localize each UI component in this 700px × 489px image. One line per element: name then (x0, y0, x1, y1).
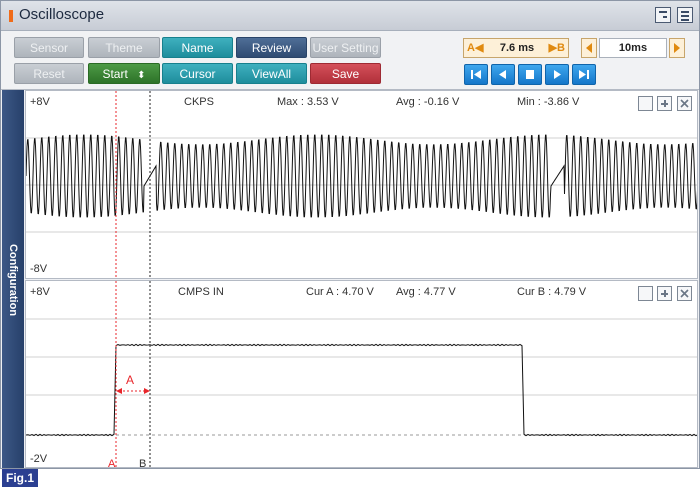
cmps-top-voltage: +8V (30, 286, 50, 298)
start-button[interactable]: Start ⬍ (88, 63, 160, 84)
cursor-a-label: A◀ (467, 42, 484, 54)
cmps-channel-name: CMPS IN (178, 286, 224, 298)
name-button[interactable]: Name (162, 37, 233, 58)
triangle-right-icon (674, 43, 680, 53)
cursor-a-marker[interactable]: A (108, 458, 115, 467)
oscilloscope-window: Oscilloscope Sensor Theme Name Review Us… (0, 0, 700, 469)
review-button[interactable]: Review (236, 37, 307, 58)
skip-last-button[interactable] (572, 64, 596, 85)
channel-ckps-panel[interactable]: +8V CKPS Max : 3.53 V Avg : -0.16 V Min … (25, 90, 698, 279)
step-back-button[interactable] (491, 64, 515, 85)
menu-icon[interactable] (677, 7, 693, 23)
cursor-b-marker[interactable]: B (139, 458, 146, 467)
title-bar: Oscilloscope (1, 1, 699, 31)
save-button[interactable]: Save (310, 63, 381, 84)
cmps-bottom-voltage: -2V (30, 453, 48, 465)
ckps-min-value: Min : -3.86 V (517, 96, 580, 108)
ckps-avg-value: Avg : -0.16 V (396, 96, 460, 108)
time-decrease-button[interactable] (581, 38, 597, 58)
close-icon (680, 99, 689, 108)
stop-icon (526, 70, 534, 79)
cursor-interval-label: A (126, 373, 135, 387)
play-back-icon (499, 70, 506, 79)
cursor-interval-display: A◀ 7.6 ms ▶B (463, 38, 569, 58)
ckps-channel-name: CKPS (184, 96, 214, 108)
title-accent-icon (9, 10, 13, 22)
figure-label: Fig.1 (2, 469, 39, 487)
cmps-cur-a-value: Cur A : 4.70 V (306, 286, 374, 298)
stop-button[interactable] (518, 64, 542, 85)
ckps-waveform (26, 91, 697, 278)
window-mode-icon[interactable] (655, 7, 671, 23)
cursor-b-label: ▶B (548, 42, 565, 54)
cmps-cur-b-value: Cur B : 4.79 V (517, 286, 587, 298)
updown-arrows-icon: ⬍ (137, 70, 146, 81)
ckps-max-value: Max : 3.53 V (277, 96, 339, 108)
play-icon (554, 70, 561, 79)
viewall-button[interactable]: ViewAll (236, 63, 307, 84)
cmps-close-button[interactable] (677, 286, 692, 301)
ckps-close-button[interactable] (677, 96, 692, 111)
time-increase-button[interactable] (669, 38, 685, 58)
window-title: Oscilloscope (19, 6, 105, 23)
cmps-select-checkbox[interactable] (638, 286, 653, 301)
configuration-sidebar[interactable]: Configuration (2, 90, 24, 468)
step-forward-button[interactable] (545, 64, 569, 85)
skip-first-icon (471, 70, 481, 79)
skip-first-button[interactable] (464, 64, 488, 85)
start-label: Start (102, 67, 128, 81)
cmps-avg-value: Avg : 4.77 V (396, 286, 456, 298)
ckps-bottom-voltage: -8V (30, 263, 48, 275)
reset-button[interactable]: Reset (14, 63, 84, 84)
cmps-expand-button[interactable] (657, 286, 672, 301)
triangle-left-icon (586, 43, 592, 53)
ckps-select-checkbox[interactable] (638, 96, 653, 111)
close-icon (680, 289, 689, 298)
cursor-interval-value: 7.6 ms (499, 42, 535, 54)
theme-button[interactable]: Theme (88, 37, 160, 58)
sensor-button[interactable]: Sensor (14, 37, 84, 58)
cursor-button[interactable]: Cursor (162, 63, 233, 84)
user-setting-button[interactable]: User Setting (310, 37, 381, 58)
ckps-expand-button[interactable] (657, 96, 672, 111)
skip-last-icon (579, 70, 589, 79)
ckps-top-voltage: +8V (30, 96, 50, 108)
configuration-label: Configuration (7, 243, 19, 317)
toolbar: Sensor Theme Name Review User Setting Re… (1, 31, 699, 90)
channel-cmps-panel[interactable]: +8V CMPS IN Cur A : 4.70 V Avg : 4.77 V … (25, 280, 698, 468)
time-per-div-field[interactable]: 10ms (599, 38, 667, 58)
